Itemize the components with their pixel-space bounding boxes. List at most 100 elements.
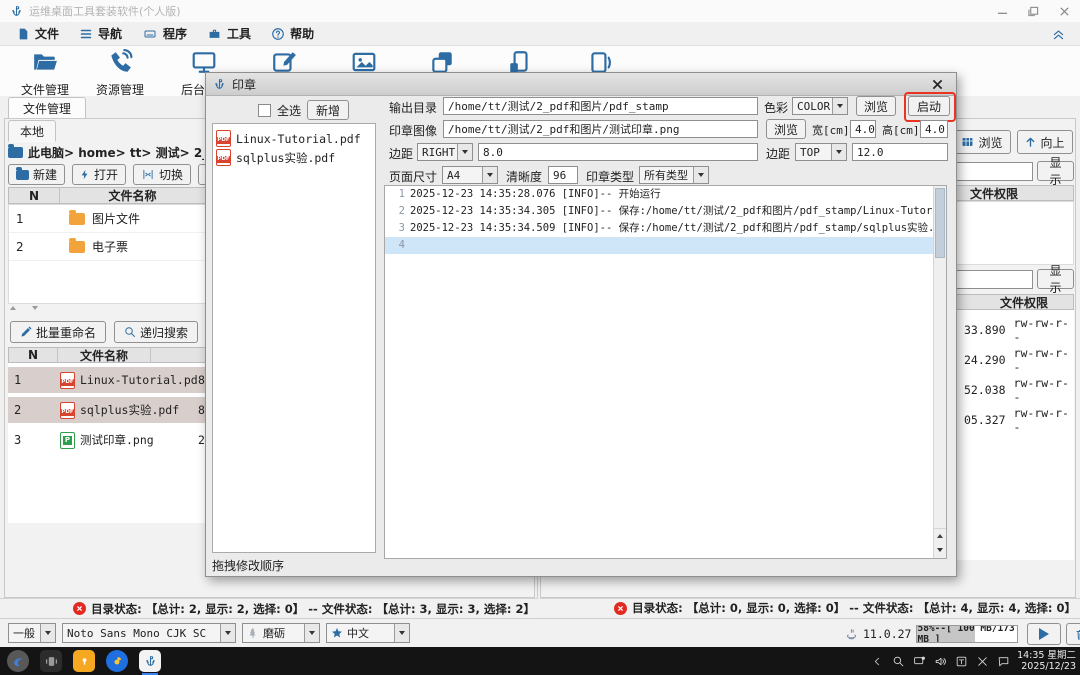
menu-program[interactable]: 程序 — [133, 25, 196, 42]
margin1-combo[interactable]: RIGHT — [417, 143, 473, 161]
tray-input-method-icon[interactable] — [954, 654, 969, 669]
maximize-button[interactable] — [1028, 6, 1039, 17]
folder-blue-icon — [8, 143, 23, 158]
tab-label: 本地 — [19, 124, 44, 139]
memory-progress: 58%--[ 100 MB/173 MB ] — [916, 625, 1019, 643]
folder-open-icon — [34, 54, 57, 70]
collapse-toolbar-icon[interactable] — [1051, 27, 1066, 41]
col-name: 文件名称 — [108, 189, 157, 203]
minimize-button[interactable] — [997, 6, 1008, 17]
scrollbar-thumb[interactable] — [935, 188, 945, 258]
clarity-value: 96 — [553, 168, 567, 182]
right-status-bar: 目录状态: 【总计: 0, 显示: 0, 选择: 0】 -- 文件状态: 【总计… — [540, 598, 1080, 617]
profile-combo[interactable]: 一般 — [8, 623, 56, 643]
stamp-image-label: 印章图像 — [389, 124, 438, 138]
java-icon — [846, 628, 857, 639]
dialog-close-icon[interactable] — [932, 79, 943, 90]
dialog-titlebar[interactable]: 印章 — [206, 73, 956, 96]
play-icon — [1039, 628, 1050, 640]
taskbar-window-switcher-icon[interactable] — [40, 650, 62, 672]
folder-icon — [69, 237, 85, 253]
margin2-input[interactable]: 12.0 — [852, 143, 948, 161]
col-name: 文件名称 — [79, 348, 128, 363]
menu-file[interactable]: 文件 — [8, 25, 68, 42]
tray-volume-icon[interactable] — [933, 654, 948, 669]
scroll-down-button[interactable] — [934, 543, 946, 557]
language-combo[interactable]: 中文 — [326, 623, 410, 643]
close-button[interactable] — [1059, 6, 1070, 17]
new-folder-button[interactable]: 新建 — [8, 164, 66, 185]
tool-file-manager[interactable]: 文件管理 — [13, 49, 77, 98]
stamp-image-input[interactable]: /home/tt/测试/2_pdf和图片/测试印章.png — [443, 120, 758, 138]
clarity-spinner[interactable]: 96 — [548, 166, 578, 184]
log-line: 3 2025-12-23 14:35:34.509 [INFO]-- 保存:/h… — [385, 220, 946, 237]
taskbar-active-app[interactable] — [139, 650, 161, 675]
recursive-search-button[interactable]: 递归搜索 — [114, 321, 199, 343]
taskbar-browser-icon[interactable] — [106, 650, 128, 672]
tab-file-manager[interactable]: 文件管理 — [8, 97, 86, 120]
hamburger-icon — [80, 29, 92, 38]
theme-combo[interactable]: 磨砺 — [242, 623, 320, 643]
spinner-down-icon[interactable] — [569, 167, 575, 180]
taskbar: 14:35 星期二 2025/12/23 — [0, 647, 1080, 675]
page-size-combo[interactable]: A4 — [442, 166, 498, 184]
tab-local[interactable]: 本地 — [8, 120, 56, 142]
list-item[interactable]: PDF Linux-Tutorial.pdf — [216, 129, 372, 148]
margin2-combo[interactable]: TOP — [795, 143, 847, 161]
open-button[interactable]: 打开 — [72, 164, 127, 185]
tray-expand-icon[interactable] — [870, 654, 885, 669]
browse-output-button[interactable]: 浏览 — [856, 96, 896, 116]
font-combo[interactable]: Noto Sans Mono CJK SC — [62, 623, 236, 643]
browse-image-button[interactable]: 浏览 — [766, 119, 806, 139]
dialog-title: 印章 — [232, 77, 257, 92]
select-all-checkbox[interactable] — [258, 103, 271, 117]
menu-help-label: 帮助 — [290, 27, 315, 41]
start-button[interactable]: 启动 — [908, 96, 950, 116]
log-area[interactable]: 1 2025-12-23 14:35:28.076 [INFO]-- 开始运行 … — [384, 185, 947, 559]
list-item[interactable]: PDF sqlplus实验.pdf — [216, 148, 372, 167]
color-combo[interactable]: COLOR — [792, 97, 848, 115]
tray-bluetooth-icon[interactable] — [975, 654, 990, 669]
show-button-2[interactable]: 显示 — [1037, 264, 1074, 295]
trash-button[interactable] — [1066, 623, 1080, 645]
output-dir-input[interactable]: /home/tt/测试/2_pdf和图片/pdf_stamp — [443, 97, 758, 115]
height-input[interactable]: 4.0 — [920, 120, 948, 138]
height-label: 高[cm] — [882, 124, 920, 137]
switch-button[interactable]: 切换 — [133, 164, 192, 185]
trash-icon — [1076, 629, 1080, 639]
tool-resource-manager[interactable]: 资源管理 — [88, 49, 152, 98]
panel-splitter[interactable] — [10, 306, 38, 310]
batch-rename-button[interactable]: 批量重命名 — [10, 321, 107, 343]
tray-message-icon[interactable] — [996, 654, 1011, 669]
taskbar-launcher-icon[interactable] — [7, 650, 29, 672]
up-button[interactable]: 向上 — [1017, 130, 1073, 154]
menu-tools[interactable]: 工具 — [198, 25, 260, 42]
help-icon — [272, 27, 284, 40]
log-scrollbar[interactable] — [933, 186, 946, 558]
show-label: 显示 — [1049, 264, 1062, 295]
log-line: 1 2025-12-23 14:35:28.076 [INFO]-- 开始运行 — [385, 186, 946, 203]
add-label: 新增 — [316, 103, 341, 118]
chevron-down-icon — [693, 167, 708, 183]
row-time: 05.327 — [964, 412, 1006, 427]
menu-navigation[interactable]: 导航 — [70, 25, 131, 42]
col-n: N — [27, 348, 39, 362]
menu-help[interactable]: 帮助 — [262, 25, 323, 42]
row-n: 3 — [14, 433, 22, 447]
scroll-up-button[interactable] — [934, 528, 946, 543]
tray-search-icon[interactable] — [891, 654, 906, 669]
tray-network-icon[interactable] — [912, 654, 927, 669]
right-browse-button[interactable]: 浏览 — [953, 130, 1011, 154]
row-perm: rw-rw-r-- — [1013, 405, 1069, 434]
width-input[interactable]: 4.0 — [850, 120, 876, 138]
play-button[interactable] — [1027, 623, 1062, 645]
stamp-type-combo[interactable]: 所有类型 — [639, 166, 709, 184]
taskbar-orange-app-icon[interactable] — [73, 650, 95, 672]
font-value: Noto Sans Mono CJK SC — [67, 626, 207, 640]
add-button[interactable]: 新增 — [307, 100, 350, 120]
margin1-input[interactable]: 8.0 — [478, 143, 758, 161]
show-button-1[interactable]: 显示 — [1037, 156, 1074, 187]
breadcrumb[interactable]: 此电脑> home> tt> 测试> 2_pdf和图片 — [8, 143, 204, 161]
row-n: 2 — [16, 239, 24, 254]
clock[interactable]: 14:35 星期二 2025/12/23 — [1017, 650, 1076, 672]
